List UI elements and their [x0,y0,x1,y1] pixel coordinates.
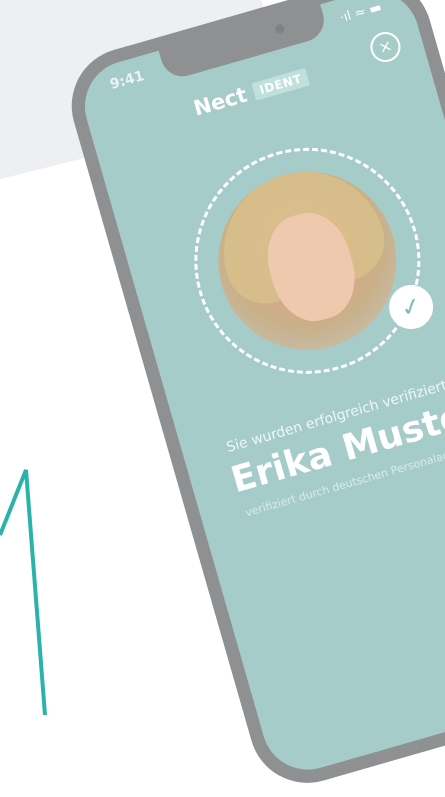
status-icons: ·ıl ≈ ▬ [338,0,384,27]
brand-badge: IDENT [251,68,310,101]
brand-name: Nect [190,82,250,121]
status-time: 9:41 [108,68,147,94]
avatar-container: ✓ [167,121,445,401]
brand-logo: Nect IDENT [191,65,311,121]
front-camera-icon [274,23,286,35]
close-button[interactable]: × [366,28,405,66]
